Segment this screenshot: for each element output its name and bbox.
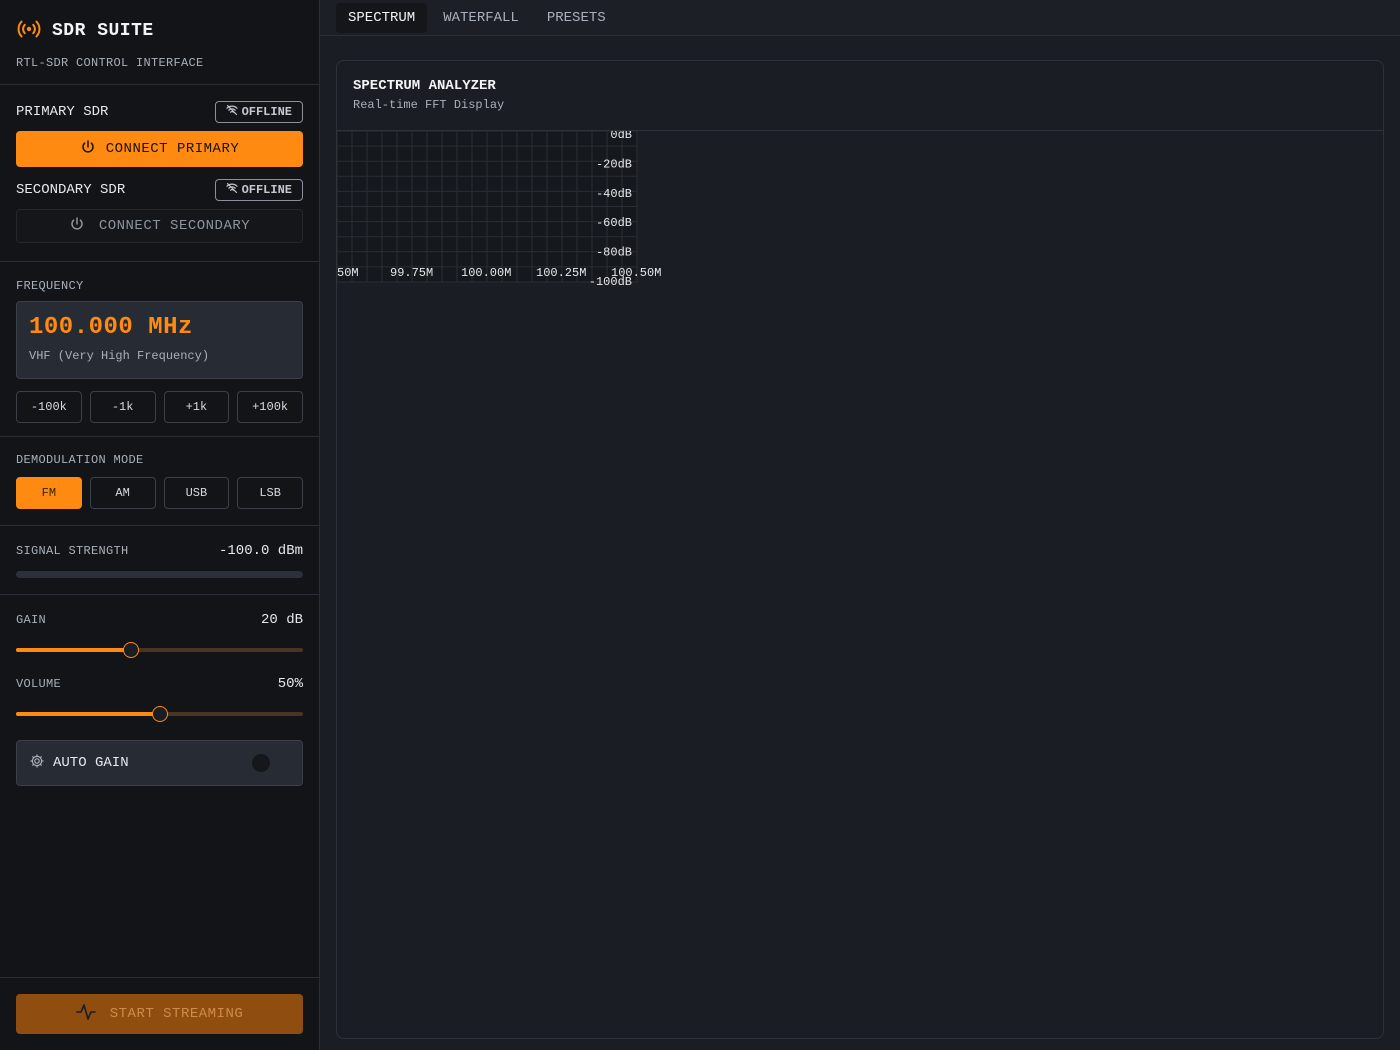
step-plus-100k-button[interactable]: +100k bbox=[237, 391, 303, 423]
spectrum-plot[interactable]: 0dB-20dB-40dB-60dB-80dB-100dB50M 99.75M 10… bbox=[337, 131, 667, 291]
sidebar: SDR SUITE RTL-SDR CONTROL INTERFACE PRIM… bbox=[0, 0, 320, 1050]
spectrum-title: SPECTRUM ANALYZER bbox=[353, 78, 496, 94]
x-tick-label: 50M bbox=[337, 266, 359, 280]
auto-gain-toggle[interactable] bbox=[252, 754, 270, 772]
gain-label: GAIN bbox=[16, 613, 47, 627]
frequency-step-buttons: -100k -1k +1k +100k bbox=[16, 391, 303, 423]
primary-sdr-label: PRIMARY SDR bbox=[16, 104, 109, 120]
signal-section: SIGNAL STRENGTH -100.0 dBm bbox=[0, 526, 319, 595]
spectrum-card: SPECTRUM ANALYZER Real-time FFT Display … bbox=[336, 60, 1384, 1039]
frequency-value: 100.000 MHz bbox=[29, 314, 193, 341]
signal-value: -100.0 dBm bbox=[218, 543, 303, 559]
mode-buttons: FM AM USB LSB bbox=[16, 477, 303, 509]
step-plus-1k-button[interactable]: +1k bbox=[163, 391, 230, 423]
mode-fm-button[interactable]: FM bbox=[16, 477, 82, 509]
start-streaming-label: START STREAMING bbox=[109, 1006, 244, 1022]
demodulation-section: DEMODULATION MODE FM AM USB LSB bbox=[0, 437, 319, 526]
tab-spectrum[interactable]: SPECTRUM bbox=[336, 2, 428, 33]
connect-primary-label: CONNECT PRIMARY bbox=[105, 141, 240, 157]
secondary-status-text: OFFLINE bbox=[241, 183, 292, 197]
signal-meter bbox=[16, 571, 303, 578]
volume-slider-fill bbox=[16, 712, 160, 716]
demodulation-label: DEMODULATION MODE bbox=[16, 453, 144, 467]
connect-primary-button[interactable]: CONNECT PRIMARY bbox=[16, 131, 303, 167]
mode-am-button[interactable]: AM bbox=[89, 477, 156, 509]
volume-label: VOLUME bbox=[16, 677, 62, 691]
tab-presets[interactable]: PRESETS bbox=[535, 3, 618, 33]
tab-waterfall[interactable]: WATERFALL bbox=[431, 3, 531, 33]
step-minus-100k-button[interactable]: -100k bbox=[16, 391, 82, 423]
frequency-label: FREQUENCY bbox=[16, 279, 84, 293]
sidebar-footer: START STREAMING bbox=[0, 977, 319, 1050]
x-tick-label: 100.25M bbox=[536, 266, 586, 280]
y-tick-label: -60dB bbox=[596, 216, 632, 230]
frequency-band: VHF (Very High Frequency) bbox=[29, 349, 210, 363]
gain-slider-thumb[interactable] bbox=[122, 642, 139, 658]
mode-lsb-button[interactable]: LSB bbox=[237, 477, 303, 509]
auto-gain-label: AUTO GAIN bbox=[53, 755, 129, 771]
y-tick-label: -20dB bbox=[596, 157, 632, 171]
gear-icon bbox=[29, 753, 45, 773]
sdr-connections: PRIMARY SDR OFFLINE CONNECT PRIMARY SECO… bbox=[0, 85, 319, 262]
app-subtitle: RTL-SDR CONTROL INTERFACE bbox=[16, 56, 204, 70]
power-icon bbox=[80, 139, 96, 160]
y-tick-label: 0dB bbox=[610, 131, 632, 142]
secondary-status-badge: OFFLINE bbox=[214, 179, 303, 201]
activity-icon bbox=[75, 1003, 96, 1026]
brand-header: SDR SUITE RTL-SDR CONTROL INTERFACE bbox=[0, 0, 319, 85]
connect-secondary-label: CONNECT SECONDARY bbox=[98, 218, 251, 234]
signal-label: SIGNAL STRENGTH bbox=[16, 544, 129, 558]
volume-slider-thumb[interactable] bbox=[151, 706, 168, 722]
wifi-off-icon bbox=[225, 182, 238, 198]
start-streaming-button[interactable]: START STREAMING bbox=[16, 994, 303, 1034]
frequency-display: 100.000 MHz VHF (Very High Frequency) bbox=[16, 301, 303, 379]
y-tick-label: -80dB bbox=[596, 246, 632, 260]
volume-value: 50% bbox=[277, 676, 303, 692]
frequency-section: FREQUENCY 100.000 MHz VHF (Very High Fre… bbox=[0, 262, 319, 437]
radio-broadcast-icon bbox=[16, 18, 42, 44]
app-title: SDR SUITE bbox=[52, 21, 154, 41]
spectrum-subtitle: Real-time FFT Display bbox=[353, 98, 505, 112]
auto-gain-toggle-row[interactable]: AUTO GAIN bbox=[16, 740, 303, 786]
x-tick-label: 99.75M bbox=[390, 266, 433, 280]
gain-volume-section: GAIN 20 dB VOLUME 50% AUTO GAIN bbox=[0, 595, 319, 786]
y-tick-label: -40dB bbox=[596, 187, 632, 201]
gain-slider-fill bbox=[16, 648, 131, 652]
power-icon bbox=[69, 216, 85, 237]
x-tick-label: 100.50M bbox=[611, 266, 661, 280]
wifi-off-icon bbox=[225, 104, 238, 120]
mode-usb-button[interactable]: USB bbox=[163, 477, 230, 509]
volume-slider[interactable] bbox=[16, 706, 303, 722]
x-tick-label: 100.00M bbox=[461, 266, 511, 280]
gain-slider[interactable] bbox=[16, 642, 303, 658]
gain-value: 20 dB bbox=[260, 612, 303, 628]
step-minus-1k-button[interactable]: -1k bbox=[89, 391, 156, 423]
tab-bar: SPECTRUM WATERFALL PRESETS bbox=[320, 0, 1400, 36]
primary-status-badge: OFFLINE bbox=[214, 101, 303, 123]
connect-secondary-button[interactable]: CONNECT SECONDARY bbox=[16, 209, 303, 243]
main-panel: SPECTRUM WATERFALL PRESETS SPECTRUM ANAL… bbox=[320, 0, 1400, 1050]
spectrum-card-header: SPECTRUM ANALYZER Real-time FFT Display bbox=[337, 61, 1383, 131]
secondary-sdr-label: SECONDARY SDR bbox=[16, 182, 126, 198]
primary-status-text: OFFLINE bbox=[241, 105, 292, 119]
